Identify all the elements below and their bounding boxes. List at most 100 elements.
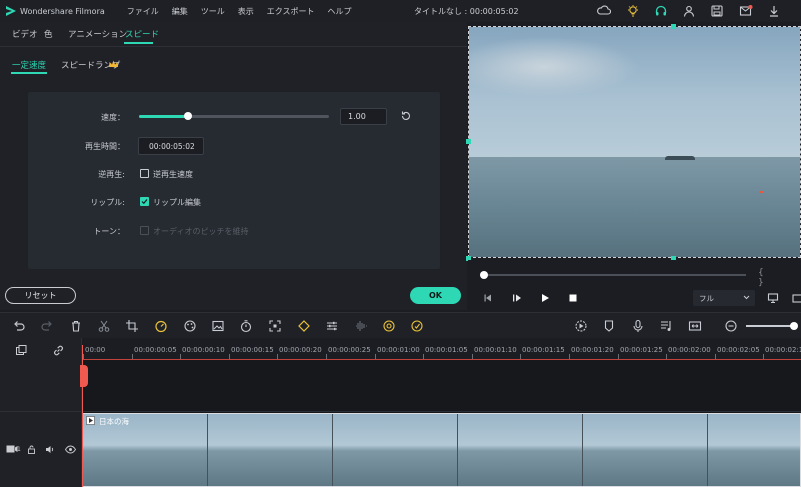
snapshot-icon[interactable] <box>792 292 801 304</box>
eye-visibility-icon[interactable] <box>65 445 76 454</box>
audio-waveform-icon[interactable] <box>354 318 368 332</box>
lock-icon[interactable] <box>27 445 36 454</box>
duration-timer-icon[interactable] <box>239 318 253 333</box>
notification-mail-icon[interactable] <box>739 4 753 18</box>
stop-icon[interactable] <box>567 292 579 304</box>
speed-slider-fill <box>139 115 188 118</box>
ruler-tick-label: 00:00:01:05 <box>425 346 468 354</box>
menu-tools[interactable]: ツール <box>201 6 225 17</box>
playback-scrubber-handle[interactable] <box>480 271 488 279</box>
menu-view[interactable]: 表示 <box>238 6 254 17</box>
ruler-tick-label: 00:00:02:05 <box>717 346 760 354</box>
color-palette-icon[interactable] <box>183 318 197 332</box>
filmora-window: Wondershare Filmora ファイル 編集 ツール 表示 エクスポー… <box>0 0 801 487</box>
ruler-tick-label: 00:00:00:20 <box>279 346 322 354</box>
account-icon[interactable] <box>682 4 696 18</box>
ruler-tick-label: 00:00:01:00 <box>377 346 420 354</box>
reverse-checkbox[interactable] <box>140 169 149 178</box>
property-tabs: ビデオ 色 アニメーション スピード <box>0 22 467 46</box>
ruler-tick-label: 00:00:01:10 <box>474 346 517 354</box>
clip-thumbnail <box>208 414 333 486</box>
chevron-down-icon <box>743 295 750 300</box>
zoom-out-icon[interactable] <box>724 318 738 332</box>
cloud-icon[interactable] <box>597 4 612 18</box>
ruler-tick-label: 00:00:00:25 <box>328 346 371 354</box>
ruler-tick-label: 00:00 <box>85 346 106 354</box>
reset-button[interactable]: リセット <box>5 287 76 304</box>
link-icon[interactable] <box>52 344 65 357</box>
ripple-checkbox[interactable] <box>140 197 149 206</box>
video-clip[interactable] <box>82 413 801 487</box>
reset-speed-icon[interactable] <box>400 110 412 122</box>
stabilization-icon[interactable] <box>410 318 424 332</box>
tab-color[interactable]: 色 <box>44 28 53 40</box>
app-name: Wondershare Filmora <box>20 6 105 16</box>
ripple-option-label: リップル編集 <box>153 198 201 207</box>
lightbulb-icon[interactable] <box>626 4 640 18</box>
tab-animation[interactable]: アニメーション <box>68 28 127 40</box>
window-title: タイトルなし : 00:00:05:02 <box>414 7 519 16</box>
adjust-sliders-icon[interactable] <box>325 318 339 332</box>
keep-pitch-option-label: オーディオのピッチを維持 <box>153 227 249 236</box>
cut-icon[interactable] <box>97 318 111 332</box>
speaker-icon[interactable] <box>45 445 55 454</box>
mark-in-out-brackets[interactable]: { } <box>758 268 801 288</box>
tab-video[interactable]: ビデオ <box>12 28 38 40</box>
clip-thumbnail <box>583 414 708 486</box>
download-icon[interactable] <box>767 4 781 18</box>
play-icon[interactable] <box>539 292 551 304</box>
image-adjust-icon[interactable] <box>211 318 225 332</box>
menu-file[interactable]: ファイル <box>127 6 159 17</box>
duration-field[interactable]: 00:00:05:02 <box>138 137 204 155</box>
ruler-tick-label: 00:00:01:20 <box>571 346 614 354</box>
fit-timeline-icon[interactable] <box>688 318 702 332</box>
play-frame-icon[interactable] <box>511 292 523 304</box>
marker-icon[interactable] <box>602 318 616 332</box>
clip-thumbnail <box>708 414 800 486</box>
menu-edit[interactable]: 編集 <box>172 6 188 17</box>
ok-button[interactable]: OK <box>410 287 461 304</box>
headset-support-icon[interactable] <box>654 4 668 18</box>
title-bar: Wondershare Filmora ファイル 編集 ツール 表示 エクスポー… <box>0 0 801 22</box>
ruler-tick-label: 00:00:00:10 <box>182 346 225 354</box>
voiceover-mic-icon[interactable] <box>631 318 645 332</box>
display-settings-icon[interactable] <box>767 292 779 304</box>
add-track-icon[interactable] <box>15 344 28 357</box>
menu-help[interactable]: ヘルプ <box>328 6 352 17</box>
preview-canvas[interactable] <box>468 26 801 258</box>
tone-label: トーン： <box>93 227 125 236</box>
redo-icon[interactable] <box>40 318 54 332</box>
ruler-tick-label: 00:00:02:10 <box>765 346 801 354</box>
keyframe-icon[interactable] <box>297 318 311 332</box>
undo-icon[interactable] <box>12 318 26 332</box>
save-icon[interactable] <box>710 4 724 18</box>
menu-export[interactable]: エクスポート <box>267 6 315 17</box>
delete-icon[interactable] <box>69 318 83 332</box>
render-preview-icon[interactable] <box>574 318 588 332</box>
playhead-range-line <box>82 359 801 360</box>
speed-value-input[interactable]: 1.00 <box>340 108 387 125</box>
playhead-marker[interactable] <box>80 365 88 387</box>
crop-icon[interactable] <box>125 318 139 332</box>
clip-thumbnail <box>458 414 583 486</box>
tab-speed[interactable]: スピード <box>125 28 159 40</box>
preview-quality-dropdown[interactable]: フル <box>693 290 755 306</box>
tab-uniform-speed[interactable]: 一定速度 <box>12 59 46 71</box>
motion-tracking-icon[interactable] <box>382 318 396 332</box>
freeze-frame-icon[interactable] <box>268 318 282 332</box>
resize-handle-top[interactable] <box>671 24 676 29</box>
audio-mixer-icon[interactable] <box>659 318 673 332</box>
quality-value: フル <box>699 294 714 303</box>
ruler-tick-label: 00:00:01:15 <box>522 346 565 354</box>
ruler-tick-label: 00:00:00:15 <box>231 346 274 354</box>
ripple-label: リップル: <box>90 198 125 207</box>
zoom-slider-handle[interactable] <box>790 322 798 330</box>
speed-icon[interactable] <box>154 318 168 333</box>
speed-slider-handle[interactable] <box>184 112 192 120</box>
playback-scrubber[interactable] <box>484 274 746 276</box>
reverse-label: 逆再生: <box>98 170 125 179</box>
previous-frame-icon[interactable] <box>482 292 494 304</box>
zoom-slider-track[interactable] <box>746 325 796 327</box>
clip-title: 日本の海 <box>99 417 129 426</box>
resize-handle-left[interactable] <box>466 139 471 144</box>
